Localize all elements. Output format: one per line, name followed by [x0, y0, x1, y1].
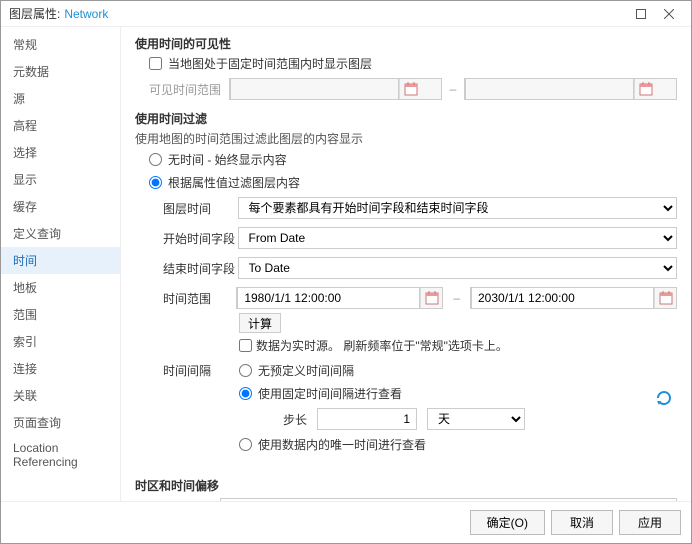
visible-range-end-input [465, 78, 634, 100]
tz-select[interactable]: <无> [220, 498, 677, 501]
sidebar-item[interactable]: 定义查询 [1, 220, 120, 247]
live-source-checkbox[interactable] [239, 339, 252, 352]
step-label: 步长 [283, 411, 307, 428]
visible-range-start [229, 78, 442, 100]
tz-label: 时区 [149, 501, 220, 502]
visibility-checkbox[interactable] [149, 57, 162, 70]
visible-range-end [464, 78, 677, 100]
close-button[interactable] [655, 5, 683, 23]
sidebar-item[interactable]: 连接 [1, 355, 120, 382]
sidebar-item[interactable]: Location Referencing [1, 436, 120, 474]
title-prefix: 图层属性: [9, 5, 60, 22]
sidebar-item[interactable]: 显示 [1, 166, 120, 193]
calendar-icon[interactable] [399, 79, 421, 99]
title-name: Network [64, 7, 108, 21]
filter-section-title: 使用时间过滤 [135, 110, 677, 127]
extent-dash: – [453, 291, 460, 305]
tz-section-title: 时区和时间偏移 [135, 477, 677, 494]
end-field-select[interactable]: To Date [238, 257, 677, 279]
filter-radio-attr[interactable] [149, 176, 162, 189]
layer-time-label: 图层时间 [163, 200, 238, 217]
visibility-section-title: 使用时间的可见性 [135, 35, 677, 52]
apply-button[interactable]: 应用 [619, 510, 681, 535]
step-unit-select[interactable]: 天 [427, 408, 525, 430]
sidebar-item[interactable]: 关联 [1, 382, 120, 409]
layer-time-select[interactable]: 每个要素都具有开始时间字段和结束时间字段 [238, 197, 677, 219]
extent-start-input[interactable] [237, 287, 420, 309]
ok-button[interactable]: 确定(O) [470, 510, 545, 535]
interval-radio-none-label: 无预定义时间间隔 [258, 362, 354, 379]
visibility-checkbox-label: 当地图处于固定时间范围内时显示图层 [168, 55, 372, 72]
extent-end-input[interactable] [471, 287, 654, 309]
start-field-label: 开始时间字段 [163, 230, 238, 247]
sidebar-item[interactable]: 页面查询 [1, 409, 120, 436]
visible-range-label: 可见时间范围 [149, 81, 221, 98]
live-source-label: 数据为实时源。 刷新频率位于"常规"选项卡上。 [256, 337, 508, 354]
interval-radio-fixed-label: 使用固定时间间隔进行查看 [258, 385, 402, 402]
interval-label: 时间间隔 [163, 362, 239, 379]
sidebar-item[interactable]: 缓存 [1, 193, 120, 220]
filter-radio-none-label: 无时间 - 始终显示内容 [168, 151, 287, 168]
sidebar-item[interactable]: 地板 [1, 274, 120, 301]
start-field-select[interactable]: From Date [238, 227, 677, 249]
sidebar-item[interactable]: 选择 [1, 139, 120, 166]
sidebar-item[interactable]: 源 [1, 85, 120, 112]
filter-radio-attr-label: 根据属性值过滤图层内容 [168, 174, 300, 191]
filter-subtext: 使用地图的时间范围过滤此图层的内容显示 [135, 130, 677, 147]
calendar-icon[interactable] [420, 288, 442, 308]
interval-radio-fixed[interactable] [239, 387, 252, 400]
interval-radio-data[interactable] [239, 438, 252, 451]
content-pane: 使用时间的可见性 当地图处于固定时间范围内时显示图层 可见时间范围 – 使用时间… [121, 27, 691, 501]
interval-radio-data-label: 使用数据内的唯一时间进行查看 [258, 436, 426, 453]
filter-radio-none[interactable] [149, 153, 162, 166]
sidebar-item[interactable]: 时间 [1, 247, 120, 274]
calendar-icon[interactable] [634, 79, 656, 99]
cancel-button[interactable]: 取消 [551, 510, 613, 535]
interval-radio-none[interactable] [239, 364, 252, 377]
sidebar-item[interactable]: 常规 [1, 31, 120, 58]
sidebar-item[interactable]: 范围 [1, 301, 120, 328]
refresh-icon[interactable] [655, 389, 673, 410]
sidebar-item[interactable]: 高程 [1, 112, 120, 139]
sidebar-item[interactable]: 元数据 [1, 58, 120, 85]
step-value-input[interactable] [317, 408, 417, 430]
maximize-button[interactable] [627, 5, 655, 23]
calendar-icon[interactable] [654, 288, 676, 308]
range-dash: – [450, 82, 457, 96]
end-field-label: 结束时间字段 [163, 260, 238, 277]
extent-label: 时间范围 [163, 290, 236, 307]
visible-range-start-input [230, 78, 399, 100]
sidebar: 常规元数据源高程选择显示缓存定义查询时间地板范围索引连接关联页面查询Locati… [1, 27, 121, 501]
sidebar-item[interactable]: 索引 [1, 328, 120, 355]
calculate-button[interactable]: 计算 [239, 313, 281, 333]
